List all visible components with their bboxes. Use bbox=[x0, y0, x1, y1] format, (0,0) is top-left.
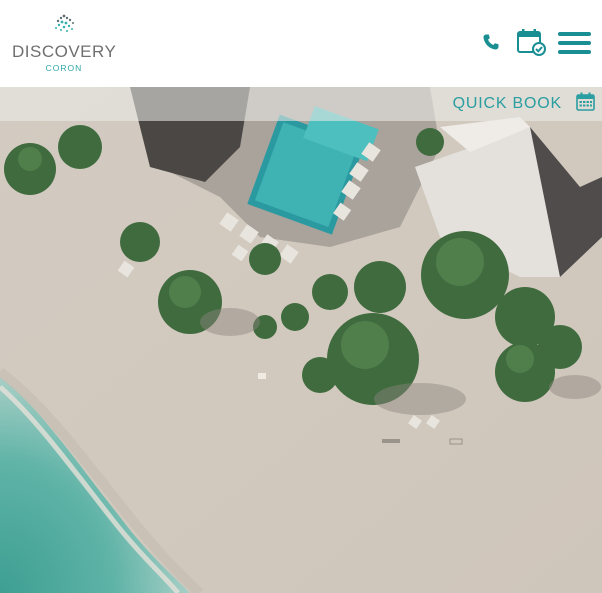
logo-subtitle: CORON bbox=[45, 63, 83, 73]
calendar-check-icon[interactable] bbox=[516, 28, 546, 56]
quick-book-bar[interactable]: QUICK BOOK bbox=[0, 87, 602, 121]
logo[interactable]: DISCOVERY CORON bbox=[12, 12, 116, 74]
logo-name: DISCOVERY bbox=[12, 42, 117, 61]
quick-book-link[interactable]: QUICK BOOK bbox=[453, 95, 562, 113]
calendar-grid-icon[interactable] bbox=[576, 92, 595, 111]
leaf-logo-icon bbox=[55, 14, 74, 32]
hamburger-menu-icon[interactable] bbox=[558, 32, 591, 54]
phone-icon[interactable] bbox=[482, 33, 500, 51]
site-header: DISCOVERY CORON bbox=[0, 0, 602, 87]
hero-aerial-photo bbox=[0, 87, 602, 593]
